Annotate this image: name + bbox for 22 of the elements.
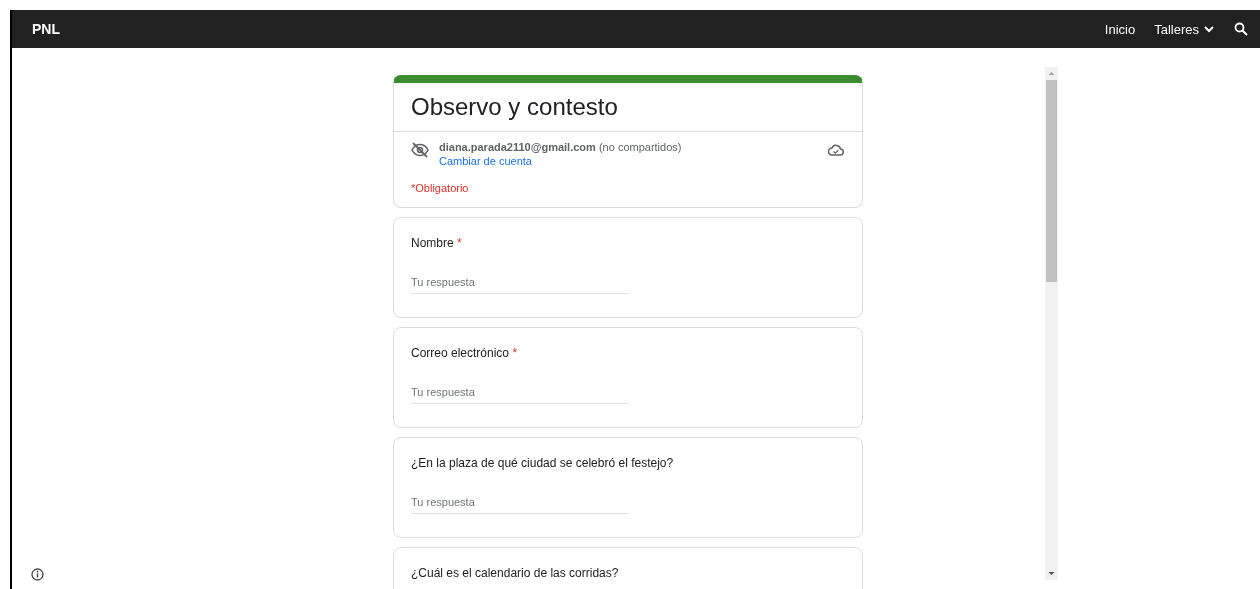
question-label: ¿Cuál es el calendario de las corridas? <box>411 566 620 580</box>
required-note: *Obligatorio <box>410 181 470 196</box>
scrollbar[interactable] <box>1045 67 1058 580</box>
question-label: Nombre * <box>411 236 463 250</box>
info-icon[interactable] <box>31 568 44 581</box>
cloud-check-icon <box>828 144 844 156</box>
question-label: Correo electrónico * <box>411 346 519 360</box>
site-logo-text[interactable]: PNL <box>32 21 1086 37</box>
account-email: diana.parada2110@gmail.com <box>439 141 596 153</box>
nav-dropdown[interactable]: Talleres <box>1154 21 1214 37</box>
eye-off-icon <box>411 142 429 158</box>
answer-field[interactable]: Tu respuesta <box>411 493 628 514</box>
nav-link[interactable]: Inicio <box>1104 21 1136 37</box>
answer-field[interactable]: Tu respuesta <box>411 273 628 294</box>
switch-account-link[interactable]: Cambiar de cuenta <box>439 155 532 167</box>
search-icon[interactable] <box>1234 22 1248 36</box>
scrollbar-thumb[interactable] <box>1046 80 1057 282</box>
account-note: (no compartidos) <box>598 141 682 153</box>
form-title: Observo y contesto <box>394 83 862 132</box>
question-label: ¿En la plaza de qué ciudad se celebró el festejo? <box>411 456 675 470</box>
answer-field[interactable]: Tu respuesta <box>411 383 628 404</box>
chevron-down-icon <box>1204 25 1214 33</box>
